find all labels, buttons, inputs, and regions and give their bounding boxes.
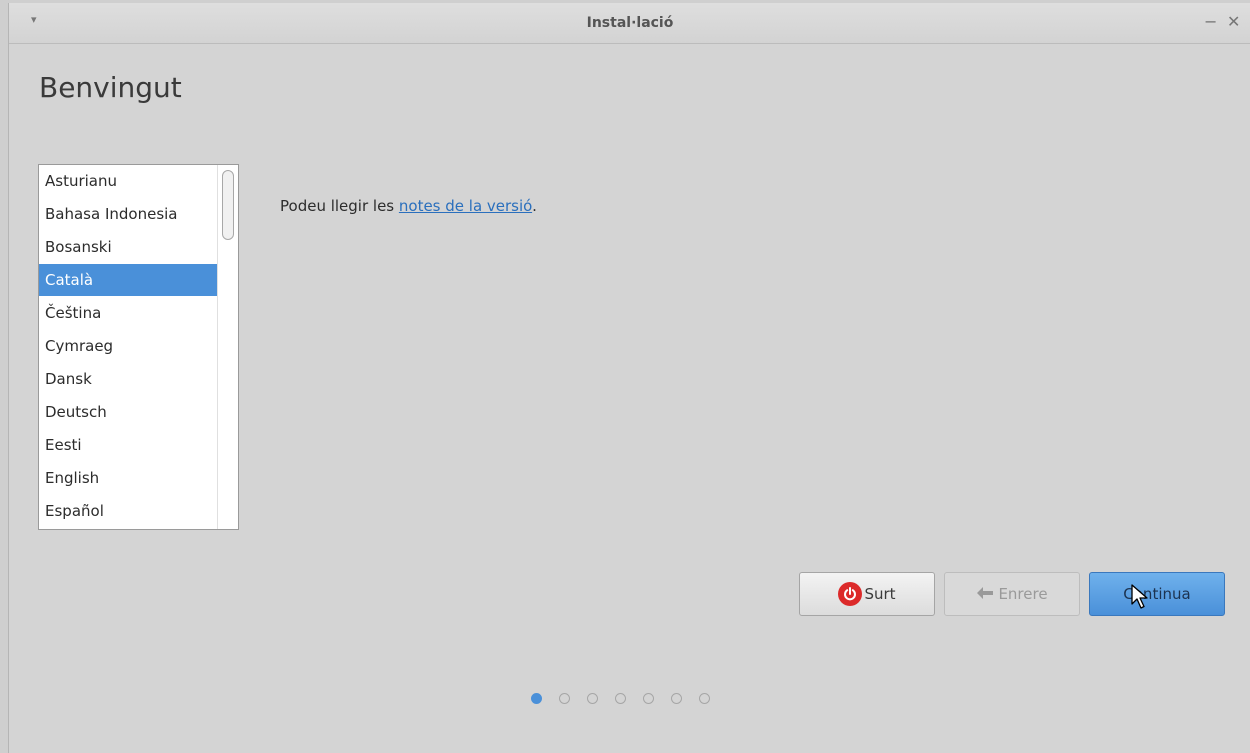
language-item[interactable]: Bahasa Indonesia xyxy=(39,198,217,230)
back-button[interactable]: Enrere xyxy=(944,572,1080,616)
arrow-left-icon xyxy=(976,585,994,604)
progress-dot xyxy=(559,693,570,704)
language-item[interactable]: Deutsch xyxy=(39,396,217,428)
window-title: Instal·lació xyxy=(586,15,674,31)
language-list-scrollbar[interactable] xyxy=(217,165,238,529)
minimize-icon[interactable]: − xyxy=(1204,12,1217,31)
close-icon[interactable]: ✕ xyxy=(1227,12,1240,31)
release-notes-suffix: . xyxy=(532,197,537,215)
power-icon xyxy=(838,582,863,606)
language-item[interactable]: Asturianu xyxy=(39,165,217,197)
language-item[interactable]: English xyxy=(39,462,217,494)
quit-button[interactable]: Surt xyxy=(799,572,935,616)
language-item[interactable]: Español xyxy=(39,495,217,527)
scrollbar-thumb[interactable] xyxy=(222,170,234,240)
progress-dot xyxy=(643,693,654,704)
mouse-cursor-icon xyxy=(1131,584,1148,609)
progress-dot xyxy=(671,693,682,704)
progress-dots xyxy=(531,693,710,704)
continue-button[interactable]: Continua xyxy=(1089,572,1225,616)
language-item-selected[interactable]: Català xyxy=(39,264,217,296)
title-bar: ▾ Instal·lació − ✕ xyxy=(9,3,1250,44)
language-item[interactable]: Eesti xyxy=(39,429,217,461)
language-item[interactable]: Cymraeg xyxy=(39,330,217,362)
progress-dot xyxy=(587,693,598,704)
progress-dot xyxy=(615,693,626,704)
page-title: Benvingut xyxy=(39,71,182,104)
progress-dot xyxy=(699,693,710,704)
installer-window: ▾ Instal·lació − ✕ Benvingut Asturianu B… xyxy=(8,3,1250,753)
language-item[interactable]: Dansk xyxy=(39,363,217,395)
quit-button-label: Surt xyxy=(864,585,896,603)
language-item[interactable]: Bosanski xyxy=(39,231,217,263)
progress-dot-active xyxy=(531,693,542,704)
language-item[interactable]: Čeština xyxy=(39,297,217,329)
language-list[interactable]: Asturianu Bahasa Indonesia Bosanski Cata… xyxy=(38,164,239,530)
back-button-label: Enrere xyxy=(998,585,1048,603)
release-notes-link[interactable]: notes de la versió xyxy=(399,197,532,215)
release-notes-text: Podeu llegir les notes de la versió. xyxy=(280,197,537,215)
release-notes-prefix: Podeu llegir les xyxy=(280,197,399,215)
